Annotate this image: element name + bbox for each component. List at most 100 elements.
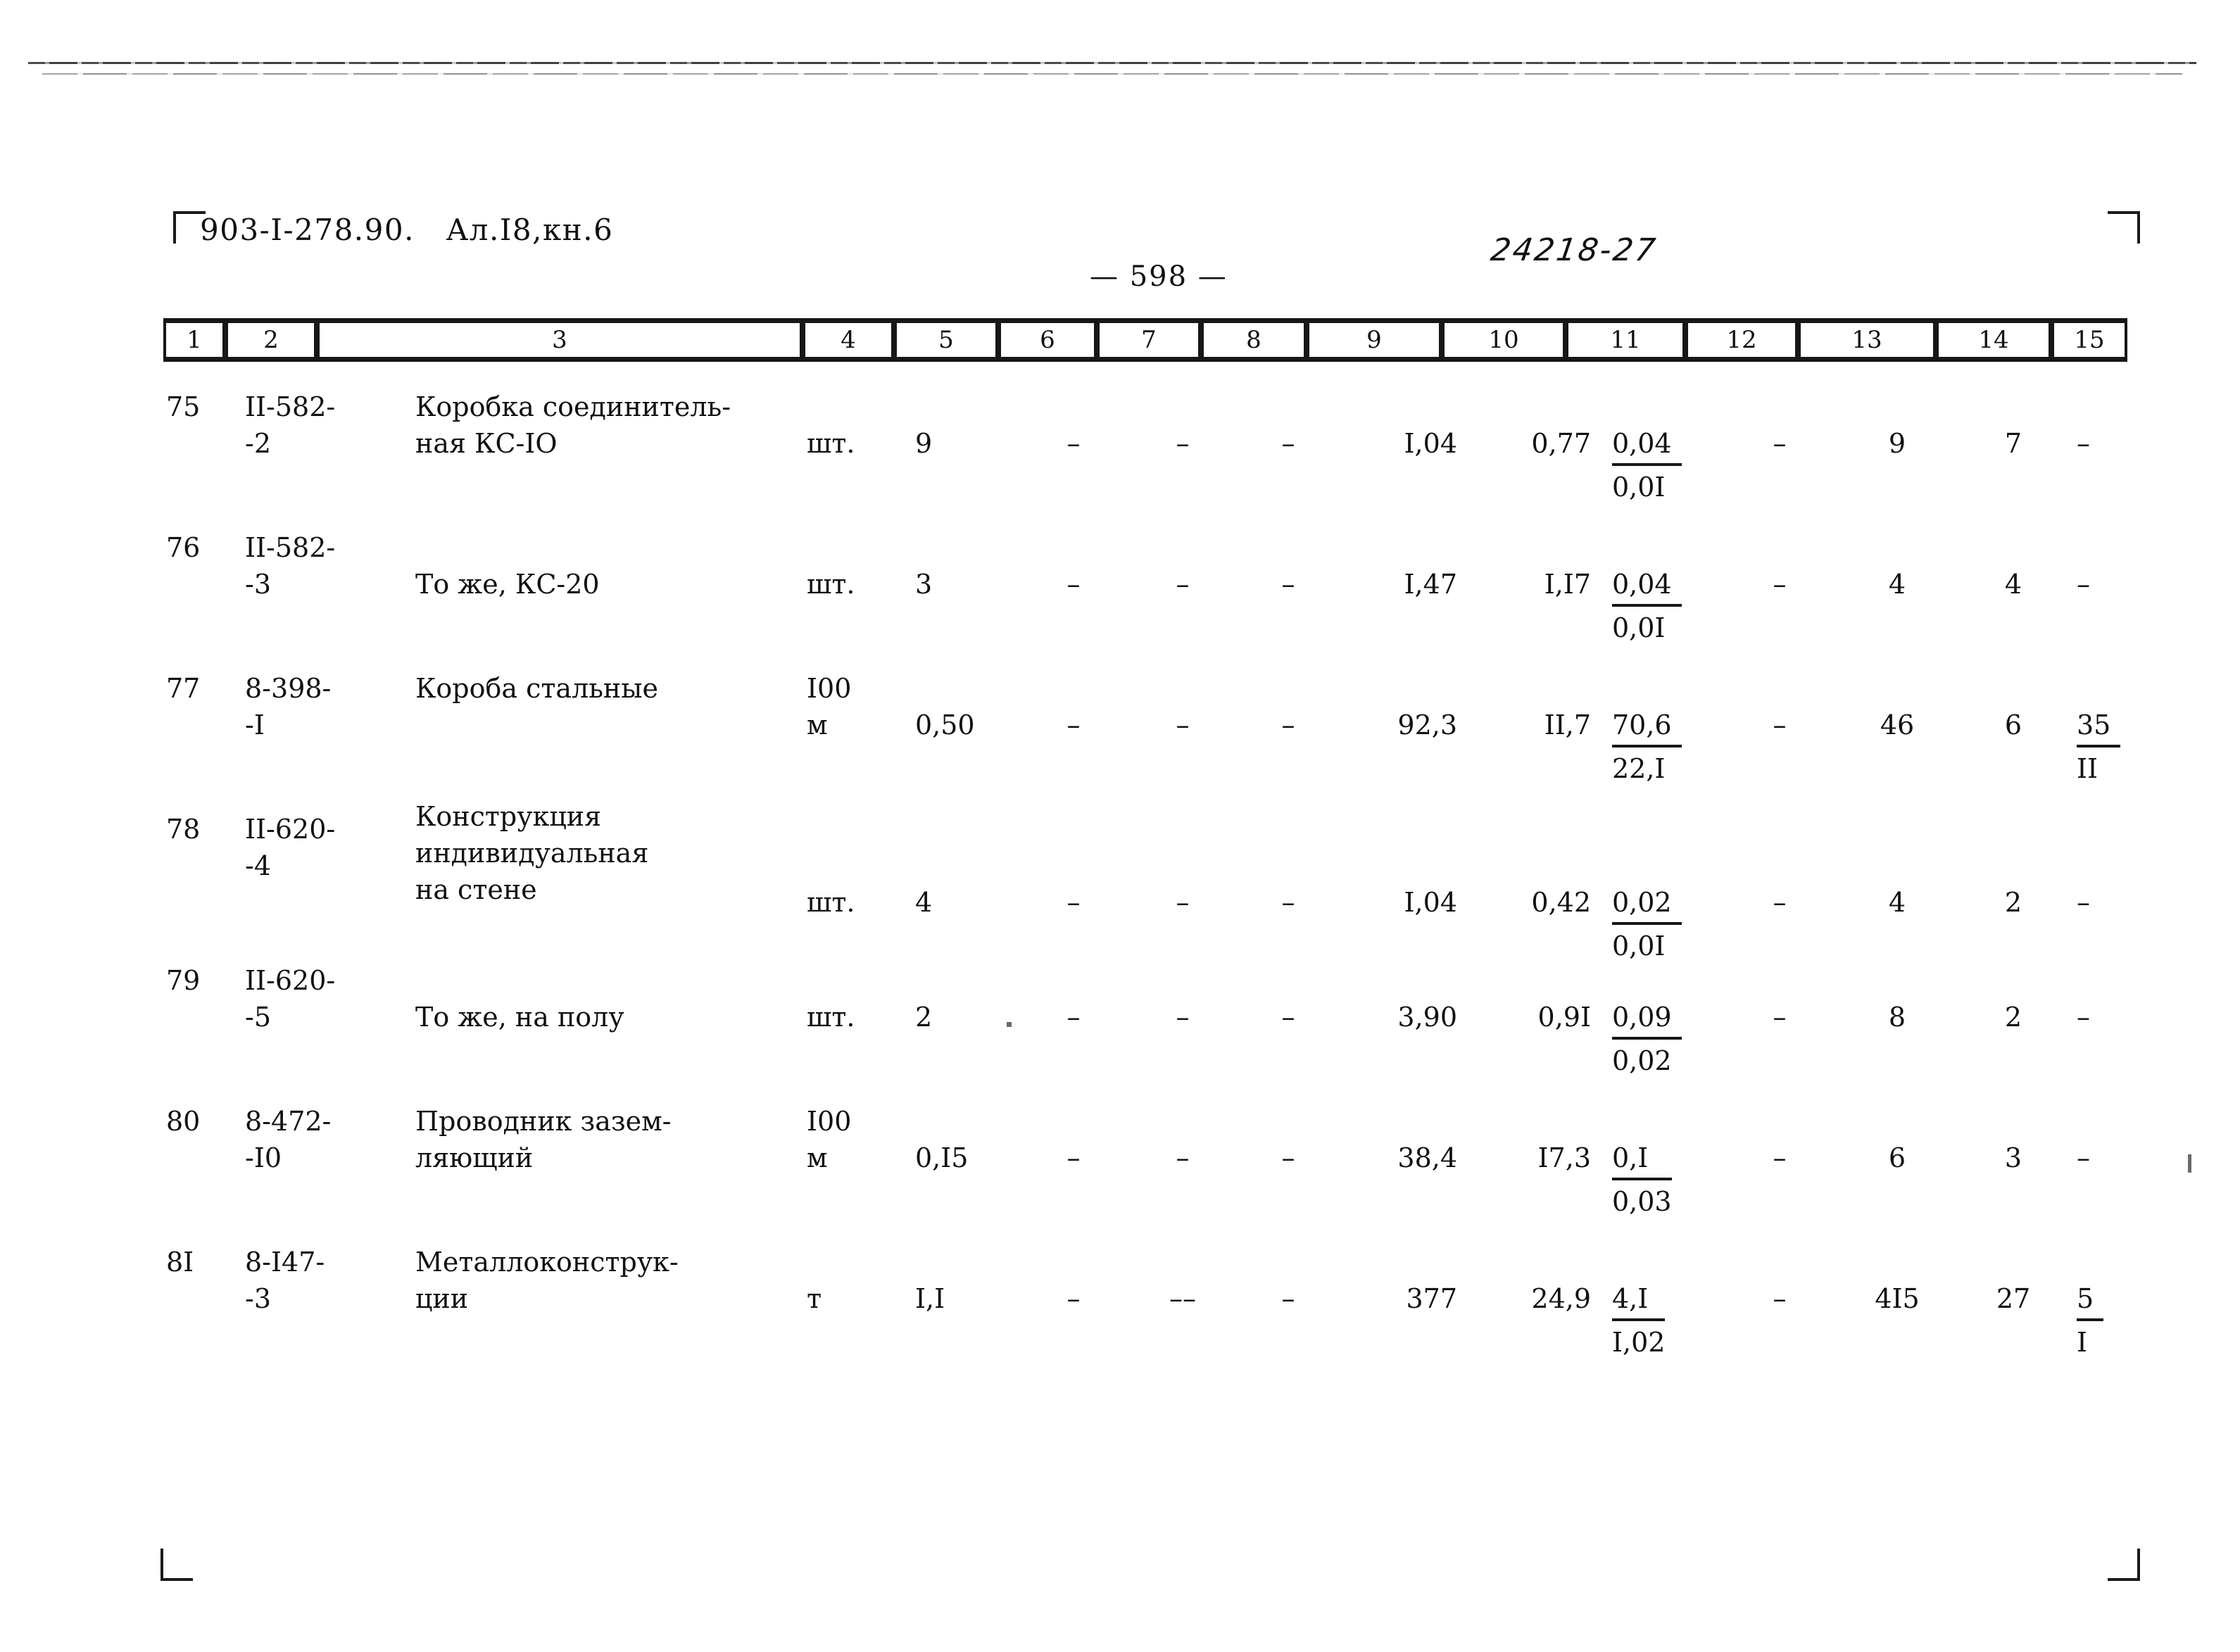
row-quantity-cell: 0,50	[915, 710, 975, 740]
column-number-14: 14	[1936, 323, 2051, 357]
row-col14-cell: 27	[1996, 1283, 2031, 1314]
row-col12-cell: –	[1773, 1002, 1787, 1033]
crop-mark-bottom-left	[161, 1549, 193, 1581]
row-col13-cell: 9	[1888, 428, 1906, 459]
row-unit-cell: т	[807, 1283, 822, 1314]
row-col13-cell: 4I5	[1875, 1283, 1920, 1314]
row-col14-cell: 7	[2004, 428, 2022, 459]
row-col15-cell: –	[2077, 569, 2090, 600]
column-number-9: 9	[1307, 323, 1442, 357]
table-column-number-band: 1 2 3 4 5 6 7 8 9 10 11 12 13 14 15	[163, 318, 2127, 362]
row-unit-cell: шт.	[807, 428, 855, 459]
document-code: 903-I-278.90. Ал.I8,кн.6	[200, 213, 614, 247]
row-quantity-cell: 4	[915, 887, 933, 918]
row-unit-cell: I00 м	[807, 1106, 852, 1173]
row-col14-cell: 6	[2004, 710, 2022, 740]
row-col8-cell: –	[1281, 1002, 1295, 1033]
row-index-cell: 80	[166, 1106, 201, 1137]
column-number-8: 8	[1201, 323, 1307, 357]
row-col15-cell: –	[2077, 428, 2090, 459]
row-code-cell: II-620- -5	[245, 965, 336, 1033]
row-name-cell: То же, на полу	[415, 1002, 624, 1033]
row-col9-cell: I,47	[1404, 569, 1457, 600]
column-number-13: 13	[1798, 323, 1936, 357]
row-name-cell: Проводник зазем- ляющий	[415, 1106, 672, 1173]
row-col11-fraction-cell: 0,04 0,0I	[1612, 425, 1753, 505]
table-row: 76 II-582- -3 То же, КС-20 шт. 3 – – – I,47 I,I7 0…	[0, 529, 2240, 670]
row-col9-cell: 92,3	[1397, 710, 1457, 740]
row-col12-cell: –	[1773, 569, 1787, 600]
row-col7-cell: –	[1176, 1002, 1190, 1033]
row-code-cell: II-582- -3	[245, 532, 336, 600]
row-index-cell: 77	[166, 673, 201, 704]
row-col13-cell: 8	[1888, 1002, 1906, 1033]
row-unit-cell: шт.	[807, 569, 855, 600]
row-code-cell: II-620- -4	[245, 814, 336, 881]
row-col11-fraction-cell: 0,04 0,0I	[1612, 566, 1753, 646]
row-unit-cell: шт.	[807, 887, 855, 918]
row-col10-cell: 24,9	[1531, 1283, 1591, 1314]
row-name-cell: Коробка соединитель- ная КС-IO	[415, 391, 731, 459]
row-col8-cell: –	[1281, 569, 1295, 600]
row-col15-cell: –	[2077, 1142, 2090, 1173]
row-col10-cell: 0,77	[1531, 428, 1591, 459]
column-number-11: 11	[1566, 323, 1685, 357]
row-col15-fraction-cell: 35 II	[2077, 707, 2189, 787]
row-quantity-cell: 9	[915, 428, 933, 459]
row-index-cell: 79	[166, 965, 201, 996]
row-col10-cell: 0,42	[1531, 887, 1591, 918]
row-col13-cell: 6	[1888, 1142, 1906, 1173]
column-number-6: 6	[998, 323, 1097, 357]
row-col12-cell: –	[1773, 1142, 1787, 1173]
row-col12-cell: –	[1773, 428, 1787, 459]
row-col14-cell: 2	[2004, 887, 2022, 918]
row-quantity-cell: 2	[915, 1002, 933, 1033]
row-code-cell: 8-398- -I	[245, 673, 332, 740]
row-col7-cell: –	[1176, 710, 1190, 740]
row-col7-cell: –	[1176, 428, 1190, 459]
row-col9-cell: 38,4	[1397, 1142, 1457, 1173]
row-col6-cell: –	[1066, 1002, 1081, 1033]
row-name-cell: То же, КС-20	[415, 569, 600, 600]
row-col6-cell: –	[1066, 1283, 1081, 1314]
row-col8-cell: –	[1281, 710, 1295, 740]
table-row: 8I 8-I47- -3 Металлоконструк- ции т I,I – –– –3…	[0, 1244, 2240, 1385]
table-row: 77 8-398- -I Короба стальные I00 м 0,50 – – – 92…	[0, 670, 2240, 811]
row-code-cell: 8-I47- -3	[245, 1247, 325, 1314]
crop-mark-bottom-right	[2108, 1549, 2140, 1581]
row-quantity-cell: 3	[915, 569, 933, 600]
row-quantity-cell: 0,I5	[915, 1142, 969, 1173]
row-col15-fraction-cell: 5I	[2077, 1280, 2189, 1361]
row-name-cell: Металлоконструк- ции	[415, 1247, 679, 1314]
row-col10-cell: I7,3	[1537, 1142, 1591, 1173]
row-col11-fraction-cell: 0,02 0,0I	[1612, 884, 1753, 964]
row-col12-cell: –	[1773, 1283, 1787, 1314]
table-row: 79 II-620- -5 То же, на полу шт. 2 – – – 3,90 0,9…	[0, 962, 2240, 1103]
row-col6-cell: –	[1066, 569, 1081, 600]
row-col14-cell: 4	[2004, 569, 2022, 600]
row-col9-cell: I,04	[1404, 887, 1457, 918]
row-col6-cell: –	[1066, 887, 1081, 918]
row-col10-cell: II,7	[1544, 710, 1591, 740]
row-col15-cell: –	[2077, 887, 2090, 918]
table-row: 80 8-472- -I0 Проводник зазем- ляющий I00 м…	[0, 1103, 2240, 1244]
row-col13-cell: 4	[1888, 887, 1906, 918]
row-col11-fraction-cell: 4,I I,02	[1612, 1280, 1753, 1361]
archive-stamp: 24218-27	[1488, 232, 1660, 268]
row-name-cell: Короба стальные	[415, 673, 658, 704]
column-number-12: 12	[1685, 323, 1798, 357]
column-number-3: 3	[317, 323, 803, 357]
row-col11-fraction-cell: 70,6 22,I	[1612, 707, 1753, 787]
row-index-cell: 78	[166, 814, 201, 845]
column-number-1: 1	[163, 323, 225, 357]
row-col15-cell: –	[2077, 1002, 2090, 1033]
row-col6-cell: –	[1066, 1142, 1081, 1173]
column-number-5: 5	[894, 323, 998, 357]
row-col14-cell: 3	[2004, 1142, 2022, 1173]
scan-top-edge-line	[28, 62, 2196, 64]
row-code-cell: 8-472- -I0	[245, 1106, 332, 1173]
row-col7-cell: –	[1176, 887, 1190, 918]
row-col10-cell: 0,9I	[1537, 1002, 1591, 1033]
column-number-2: 2	[225, 323, 317, 357]
row-col13-cell: 46	[1880, 710, 1915, 740]
